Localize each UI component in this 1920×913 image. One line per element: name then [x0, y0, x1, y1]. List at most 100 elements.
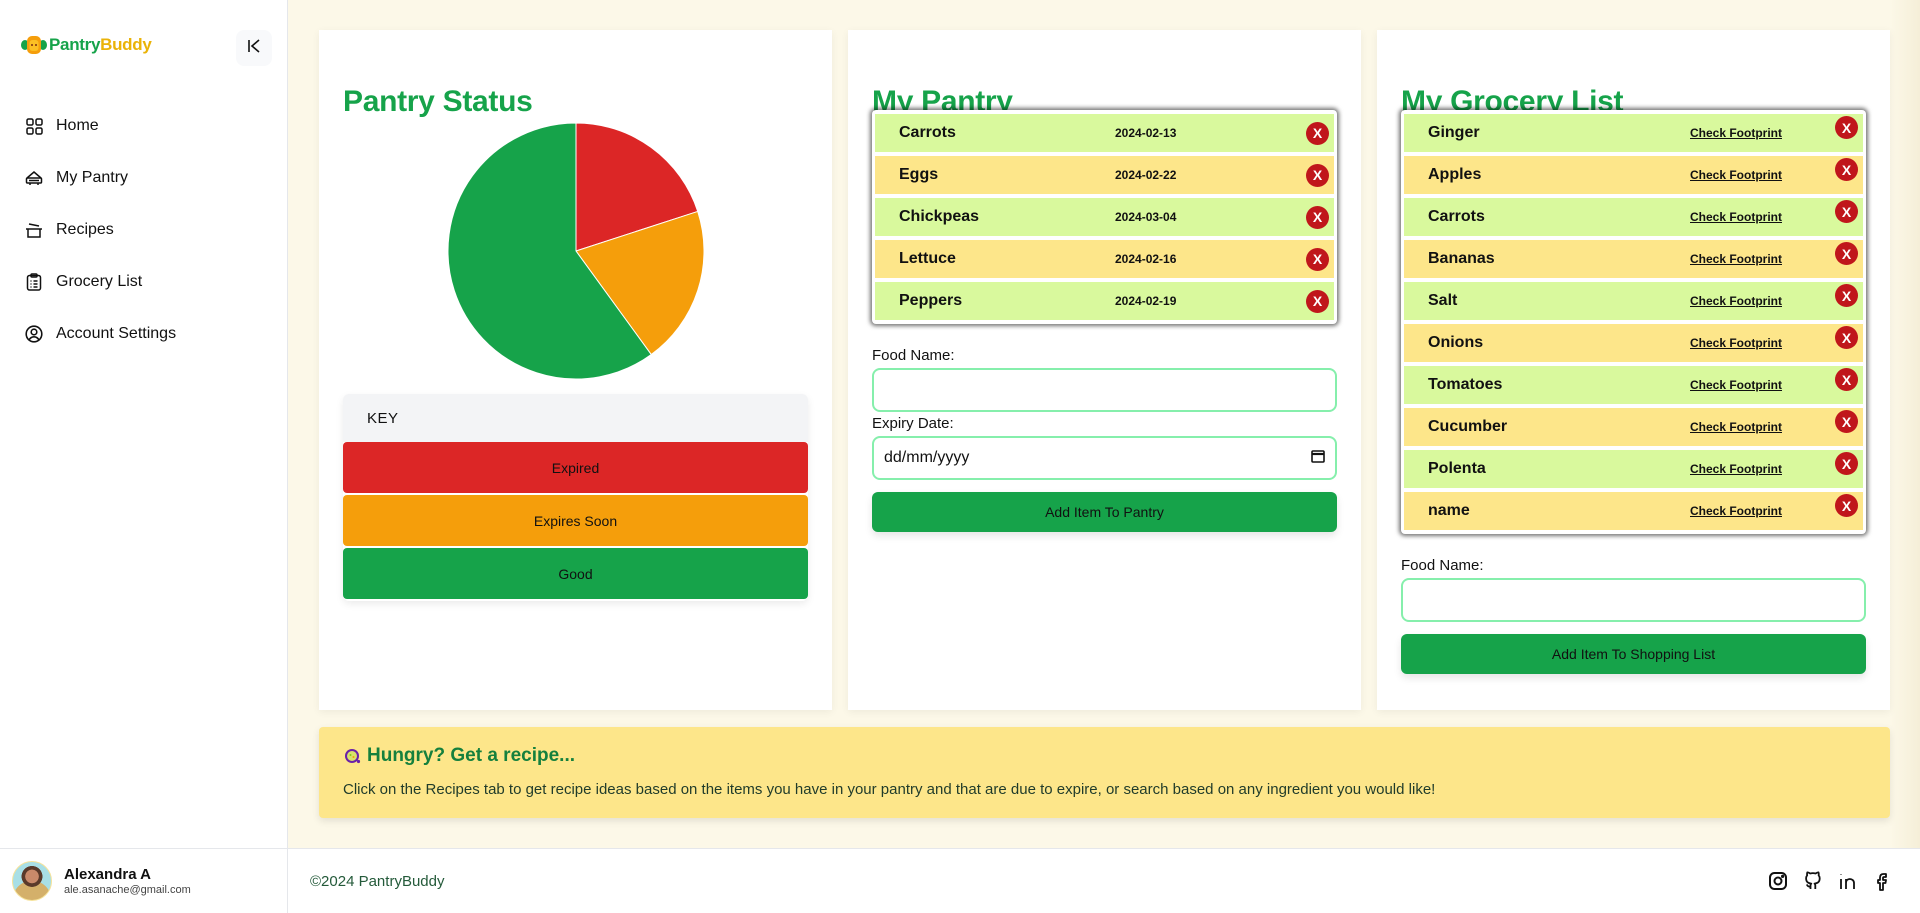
check-footprint-link[interactable]: Check Footprint	[1690, 126, 1782, 140]
check-footprint-link[interactable]: Check Footprint	[1690, 336, 1782, 350]
expiry-date-input[interactable]: dd/mm/yyyy	[872, 436, 1337, 480]
delete-item-button[interactable]: X	[1835, 284, 1858, 307]
delete-item-button[interactable]: X	[1835, 158, 1858, 181]
grocery-item: Onions Check Footprint X	[1404, 324, 1863, 362]
add-to-pantry-button[interactable]: Add Item To Pantry	[872, 492, 1337, 532]
grocery-list-card: My Grocery List Ginger Check Footprint X Ap…	[1377, 30, 1890, 710]
user-circle-icon	[24, 324, 44, 344]
delete-item-button[interactable]: X	[1835, 116, 1858, 139]
sidebar-item-label: My Pantry	[56, 169, 129, 186]
sidebar-nav: Home My Pantry Recipes Grocery List Acco…	[24, 100, 176, 360]
grocery-food-name-input[interactable]	[1401, 578, 1866, 622]
recipe-banner-heading: Hungry? Get a recipe...	[367, 745, 575, 766]
facebook-icon[interactable]	[1873, 871, 1894, 892]
legend-expires-soon: Expires Soon	[343, 495, 808, 546]
collapse-left-icon	[246, 38, 262, 59]
item-expiry-date: 2024-03-04	[1115, 210, 1177, 224]
item-expiry-date: 2024-02-16	[1115, 252, 1177, 266]
food-name-label: Food Name:	[1401, 557, 1484, 574]
delete-item-button[interactable]: X	[1306, 121, 1329, 145]
delete-item-button[interactable]: X	[1306, 163, 1329, 187]
delete-item-button[interactable]: X	[1835, 368, 1858, 391]
sidebar-item-home[interactable]: Home	[24, 100, 176, 152]
item-expiry-date: 2024-02-22	[1115, 168, 1177, 182]
right-edge-shadow	[1890, 0, 1920, 848]
grocery-item: Carrots Check Footprint X	[1404, 198, 1863, 236]
sidebar-item-label: Account Settings	[56, 325, 177, 342]
footer: ©2024 PantryBuddy	[288, 848, 1920, 913]
toast-logo-icon	[21, 34, 47, 56]
grid-icon	[24, 116, 44, 136]
sidebar-item-recipes[interactable]: Recipes	[24, 204, 176, 256]
check-footprint-link[interactable]: Check Footprint	[1690, 252, 1782, 266]
item-name: Peppers	[899, 292, 963, 309]
date-placeholder: dd/mm/yyyy	[884, 449, 970, 466]
grocery-item: Ginger Check Footprint X	[1404, 114, 1863, 152]
legend-key: KEY Expired Expires Soon Good	[343, 394, 808, 601]
delete-item-button[interactable]: X	[1306, 247, 1329, 271]
user-email: ale.asanache@gmail.com	[64, 884, 191, 896]
delete-item-button[interactable]: X	[1306, 289, 1329, 313]
item-name: name	[1428, 502, 1470, 519]
key-title: KEY	[343, 394, 808, 442]
pantry-status-pie-chart	[447, 122, 705, 380]
delete-item-button[interactable]: X	[1835, 242, 1858, 265]
food-name-label: Food Name:	[872, 347, 955, 364]
clipboard-icon	[24, 272, 44, 292]
check-footprint-link[interactable]: Check Footprint	[1690, 504, 1782, 518]
sidebar-item-grocery-list[interactable]: Grocery List	[24, 256, 176, 308]
sidebar-item-label: Home	[56, 117, 99, 134]
social-links	[1768, 871, 1894, 892]
delete-item-button[interactable]: X	[1835, 494, 1858, 517]
check-footprint-link[interactable]: Check Footprint	[1690, 168, 1782, 182]
delete-item-button[interactable]: X	[1306, 205, 1329, 229]
github-icon[interactable]	[1803, 871, 1824, 892]
add-to-shopping-list-button[interactable]: Add Item To Shopping List	[1401, 634, 1866, 674]
delete-item-button[interactable]: X	[1835, 326, 1858, 349]
legend-good: Good	[343, 548, 808, 599]
card-title: Pantry Status	[343, 85, 533, 118]
pantry-item: Eggs 2024-02-22 X	[875, 156, 1334, 194]
delete-item-button[interactable]: X	[1835, 200, 1858, 223]
logo-text-buddy: Buddy	[100, 35, 152, 54]
logo[interactable]: Pantry Buddy	[21, 34, 152, 56]
check-footprint-link[interactable]: Check Footprint	[1690, 420, 1782, 434]
grocery-list: Ginger Check Footprint X Apples Check Footpr…	[1401, 110, 1866, 534]
expiry-date-label: Expiry Date:	[872, 415, 954, 432]
sidebar-item-account-settings[interactable]: Account Settings	[24, 308, 176, 360]
delete-item-button[interactable]: X	[1835, 452, 1858, 475]
collapse-sidebar-button[interactable]	[236, 30, 272, 66]
user-profile[interactable]: Alexandra A ale.asanache@gmail.com	[0, 848, 288, 913]
sidebar-item-my-pantry[interactable]: My Pantry	[24, 152, 176, 204]
my-pantry-card: My Pantry Carrots 2024-02-13 X Eggs 2024…	[848, 30, 1361, 710]
item-name: Lettuce	[899, 250, 956, 267]
grocery-item: Salt Check Footprint X	[1404, 282, 1863, 320]
pantry-icon	[24, 168, 44, 188]
calendar-icon[interactable]	[1311, 449, 1325, 468]
logo-text-pantry: Pantry	[49, 35, 101, 54]
delete-item-button[interactable]: X	[1835, 410, 1858, 433]
instagram-icon[interactable]	[1768, 871, 1789, 892]
recipe-banner: Hungry? Get a recipe... Click on the Rec…	[319, 727, 1890, 818]
item-name: Salt	[1428, 292, 1458, 309]
pantry-item: Chickpeas 2024-03-04 X	[875, 198, 1334, 236]
item-name: Ginger	[1428, 124, 1480, 141]
user-name: Alexandra A	[64, 866, 151, 883]
copyright: ©2024 PantryBuddy	[310, 873, 445, 890]
pantry-status-card: Pantry Status KEY Expired Expires Soon G…	[319, 30, 832, 710]
check-footprint-link[interactable]: Check Footprint	[1690, 378, 1782, 392]
item-name: Cucumber	[1428, 418, 1508, 435]
sidebar: Pantry Buddy Home My Pantry Recipes Groc…	[0, 0, 288, 913]
item-expiry-date: 2024-02-19	[1115, 294, 1177, 308]
check-footprint-link[interactable]: Check Footprint	[1690, 462, 1782, 476]
check-footprint-link[interactable]: Check Footprint	[1690, 294, 1782, 308]
grocery-item: Polenta Check Footprint X	[1404, 450, 1863, 488]
linkedin-icon[interactable]	[1838, 871, 1859, 892]
item-name: Polenta	[1428, 460, 1486, 477]
item-expiry-date: 2024-02-13	[1115, 126, 1177, 140]
pantry-item: Lettuce 2024-02-16 X	[875, 240, 1334, 278]
check-footprint-link[interactable]: Check Footprint	[1690, 210, 1782, 224]
grocery-item: Cucumber Check Footprint X	[1404, 408, 1863, 446]
item-name: Chickpeas	[899, 208, 980, 225]
pantry-food-name-input[interactable]	[872, 368, 1337, 412]
